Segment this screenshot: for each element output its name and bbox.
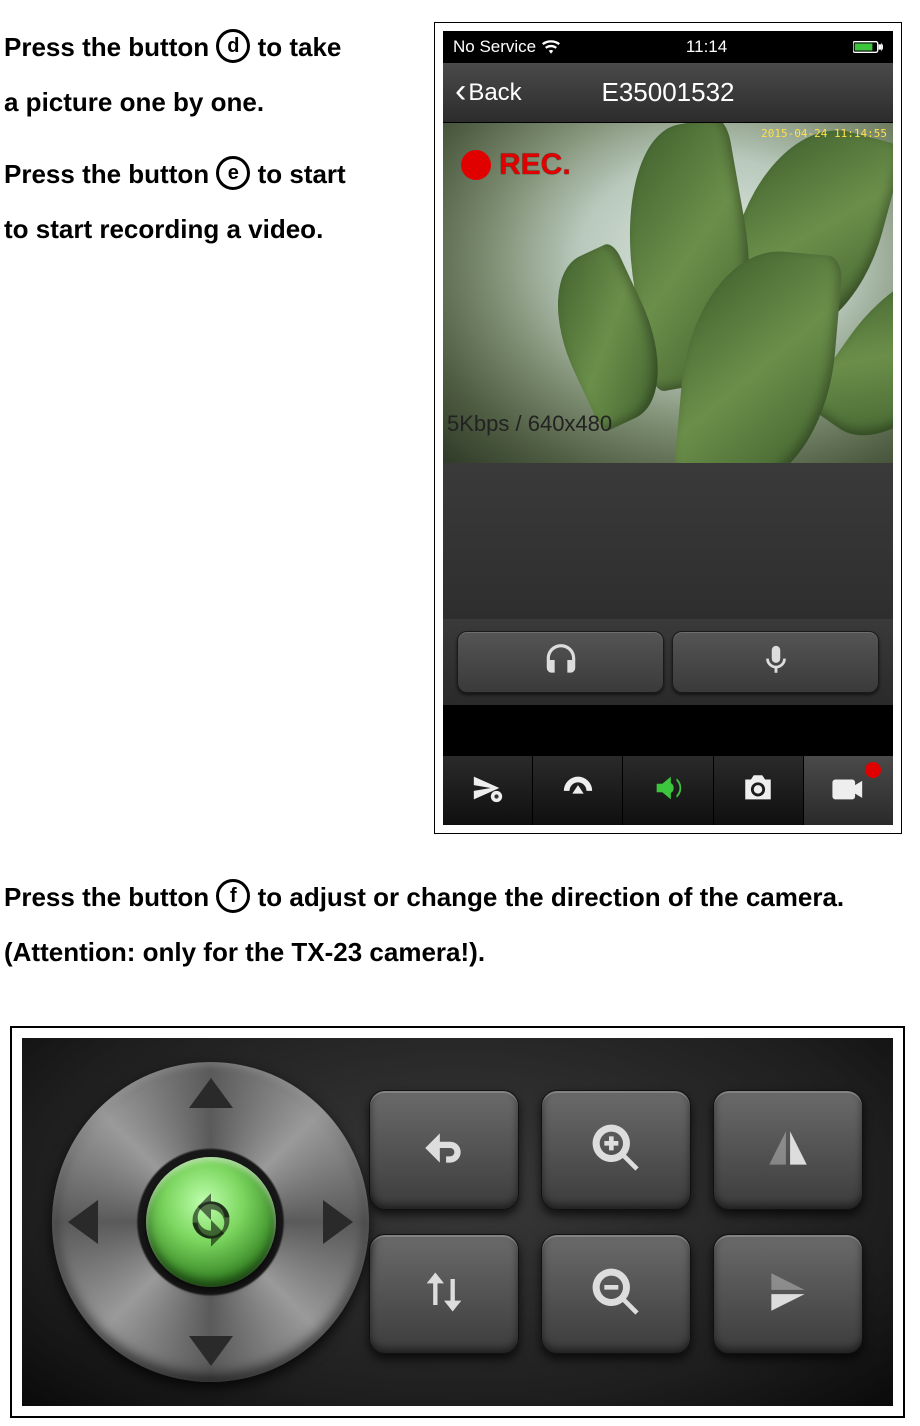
back-button[interactable]: ‹ Back — [443, 76, 534, 110]
chevron-left-icon: ‹ — [455, 74, 466, 108]
status-left: No Service — [453, 37, 560, 57]
text: Press the button — [4, 882, 216, 912]
zoom-out-icon — [588, 1264, 644, 1325]
video-camera-icon — [829, 771, 867, 810]
record-dot-icon — [461, 150, 491, 180]
undo-arrow-icon — [414, 1123, 474, 1178]
audio-controls-row — [443, 619, 893, 705]
rotate-left-button[interactable] — [369, 1090, 519, 1210]
recording-indicator: REC. — [461, 148, 571, 182]
listen-button[interactable] — [457, 631, 664, 693]
swap-vertical-icon — [418, 1264, 470, 1325]
dpad-up[interactable] — [189, 1078, 233, 1108]
tab-record[interactable] — [804, 756, 893, 825]
e-icon: e — [216, 156, 250, 190]
wifi-icon — [542, 40, 560, 54]
direction-button-grid — [369, 1090, 863, 1354]
back-label: Back — [468, 79, 521, 107]
dpad-left[interactable] — [68, 1200, 98, 1244]
flip-horizontal-button[interactable] — [713, 1090, 863, 1210]
f-icon: f — [216, 879, 250, 913]
live-video-view[interactable]: REC. 2015-04-24 11:14:55 5Kbps / 640x480 — [443, 123, 893, 463]
instruction-direction: Press the button f to adjust or change t… — [4, 870, 902, 979]
refresh-icon — [179, 1188, 243, 1257]
talk-button[interactable] — [672, 631, 879, 693]
status-right — [853, 40, 883, 54]
mid-spacer — [443, 463, 893, 619]
nav-bar: ‹ Back E35001532 — [443, 63, 893, 123]
direction-pad — [52, 1062, 369, 1382]
text: Press the button — [4, 32, 216, 62]
zoom-in-button[interactable] — [541, 1090, 691, 1210]
dpad-right[interactable] — [323, 1200, 353, 1244]
zoom-out-button[interactable] — [541, 1234, 691, 1354]
text: Press the button — [4, 159, 216, 189]
video-timestamp: 2015-04-24 11:14:55 — [761, 127, 887, 140]
headphones-icon — [542, 641, 580, 684]
video-meta: 5Kbps / 640x480 — [447, 411, 612, 437]
bottom-tab-bar — [443, 755, 893, 825]
flip-horizontal-icon — [760, 1123, 816, 1178]
direction-panel — [22, 1038, 893, 1406]
instruction-record-video: Press the button e to start to start rec… — [4, 147, 360, 256]
swap-vertical-button[interactable] — [369, 1234, 519, 1354]
dpad-center-button[interactable] — [146, 1157, 276, 1287]
service-text: No Service — [453, 37, 536, 57]
battery-charging-icon — [853, 40, 883, 54]
speaker-icon — [651, 771, 685, 810]
dpad-down[interactable] — [189, 1336, 233, 1366]
instruction-take-picture: Press the button d to take a picture one… — [4, 20, 360, 129]
zoom-in-icon — [588, 1120, 644, 1181]
camera-icon — [740, 771, 776, 810]
rec-label: REC. — [499, 148, 571, 182]
microphone-icon — [759, 641, 793, 684]
d-icon: d — [216, 29, 250, 63]
record-badge-icon — [865, 762, 881, 778]
phone-screenshot-frame: No Service 11:14 ‹ — [434, 22, 902, 834]
status-bar: No Service 11:14 — [443, 31, 893, 63]
tab-sound[interactable] — [623, 756, 713, 825]
instructions-top: Press the button d to take a picture one… — [0, 20, 360, 256]
tab-snapshot[interactable] — [714, 756, 804, 825]
phone-screen: No Service 11:14 ‹ — [443, 31, 893, 825]
direction-panel-frame — [10, 1026, 905, 1418]
tab-dashboard[interactable] — [533, 756, 623, 825]
location-settings-icon — [471, 771, 505, 810]
gauge-icon — [561, 771, 595, 810]
flip-vertical-button[interactable] — [713, 1234, 863, 1354]
clock: 11:14 — [686, 37, 727, 57]
tab-settings[interactable] — [443, 756, 533, 825]
flip-vertical-icon — [760, 1267, 816, 1322]
